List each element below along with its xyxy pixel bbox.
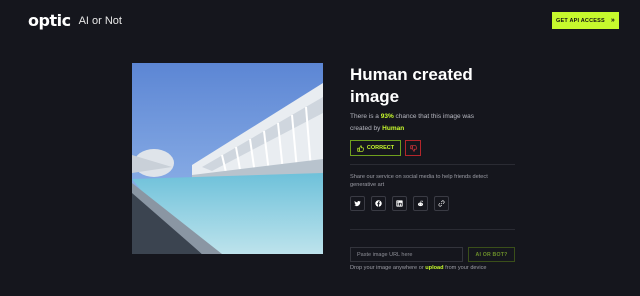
link-icon xyxy=(438,200,445,207)
thumbs-down-icon xyxy=(409,144,417,152)
correct-button[interactable]: CORRECT xyxy=(350,140,401,156)
ai-or-bot-button[interactable]: AI OR BOT? xyxy=(468,247,515,262)
drop-text-prefix: Drop your image anywhere or xyxy=(350,265,426,271)
linkedin-icon xyxy=(396,200,403,207)
facebook-share-button[interactable] xyxy=(371,196,386,211)
double-chevron-right-icon: » xyxy=(610,17,615,24)
twitter-share-button[interactable] xyxy=(350,196,365,211)
drop-instructions: Drop your image anywhere or upload from … xyxy=(350,265,487,271)
correct-button-label: CORRECT xyxy=(366,145,395,151)
divider xyxy=(350,229,515,230)
upload-link[interactable]: upload xyxy=(425,265,443,271)
verdict-label: Human xyxy=(382,125,405,132)
logo[interactable]: optic AI or Not xyxy=(28,11,122,30)
logo-mark: optic xyxy=(28,11,71,30)
api-button-label: GET API ACCESS xyxy=(556,17,605,24)
drop-text-suffix: from your device xyxy=(443,265,487,271)
confidence-percent: 93% xyxy=(380,113,394,120)
get-api-access-button[interactable]: GET API ACCESS » xyxy=(552,12,619,29)
image-url-input[interactable] xyxy=(350,247,463,262)
facebook-icon xyxy=(375,200,382,207)
copy-link-button[interactable] xyxy=(434,196,449,211)
twitter-icon xyxy=(354,200,361,207)
divider xyxy=(350,164,515,165)
uploaded-image xyxy=(132,63,323,254)
building-photo xyxy=(132,63,323,254)
description-prefix: There is a xyxy=(350,113,381,120)
reddit-share-button[interactable] xyxy=(413,196,428,211)
linkedin-share-button[interactable] xyxy=(392,196,407,211)
result-title: Human created image xyxy=(350,65,473,106)
result-description: There is a 93% chance that this image wa… xyxy=(350,111,490,135)
thumbs-up-icon xyxy=(357,144,364,152)
logo-subtitle: AI or Not xyxy=(78,14,122,27)
share-text: Share our service on social media to hel… xyxy=(350,174,488,188)
social-share-row xyxy=(350,196,449,211)
reddit-icon xyxy=(417,200,424,207)
incorrect-button[interactable] xyxy=(405,140,421,156)
